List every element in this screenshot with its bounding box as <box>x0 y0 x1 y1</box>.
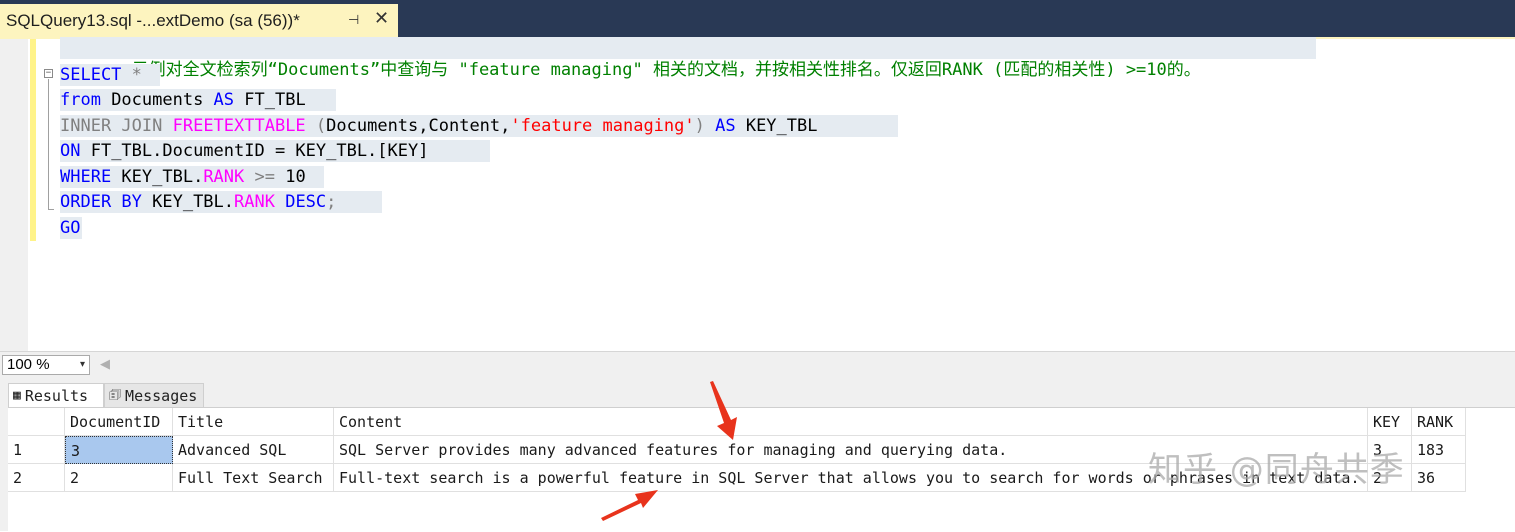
table-cell-rank[interactable]: 183 <box>1412 436 1466 464</box>
code-line-go: GO <box>60 217 82 239</box>
key-tbl-ref-2: KEY_TBL. <box>141 192 235 212</box>
column-header-documentid[interactable]: DocumentID <box>65 408 173 436</box>
keyword-inner-join: INNER JOIN <box>60 116 163 136</box>
column-header-rank[interactable]: RANK <box>1412 408 1466 436</box>
table-documents: Documents <box>100 90 214 110</box>
chevron-down-icon: ▾ <box>79 359 85 370</box>
code-line-join: INNER JOIN FREETEXTTABLE (Documents,Cont… <box>60 115 898 137</box>
row-number[interactable]: 2 <box>8 464 65 492</box>
code-line-from: from Documents AS FT_TBL <box>60 89 336 111</box>
pin-icon[interactable]: ⊣ <box>348 12 359 28</box>
zoom-bar: 100 % ▾ ◀ <box>0 351 1515 379</box>
keyword-where: WHERE <box>60 167 112 187</box>
table-cell-title[interactable]: Advanced SQL <box>173 436 334 464</box>
keyword-as: AS <box>213 90 235 110</box>
rank-column: RANK <box>203 167 245 187</box>
string-literal: 'feature managing' <box>510 116 695 136</box>
column-header-key[interactable]: KEY <box>1368 408 1412 436</box>
row-number-header[interactable] <box>8 408 65 436</box>
table-cell-rank[interactable]: 36 <box>1412 464 1466 492</box>
function-freetexttable: FREETEXTTABLE <box>172 116 306 136</box>
query-tab[interactable]: SQLQuery13.sql -...extDemo (sa (56))* ⊣ … <box>0 4 398 37</box>
table-cell-title[interactable]: Full Text Search <box>173 464 334 492</box>
scroll-left-icon[interactable]: ◀ <box>100 357 110 372</box>
semicolon: ; <box>326 192 337 212</box>
code-line-select: SELECT * <box>60 64 160 86</box>
keyword-go: GO <box>60 218 81 238</box>
tab-results-label: Results <box>24 386 89 405</box>
operator-gte: >= <box>244 167 275 187</box>
change-tracking-bar <box>30 39 36 241</box>
collapse-icon[interactable]: − <box>44 69 53 78</box>
editor-gutter <box>0 39 28 351</box>
fold-guide <box>48 79 49 209</box>
tab-messages[interactable]: 🗊 Messages <box>104 383 204 407</box>
paren-close: ) <box>694 116 705 136</box>
alias-ft-tbl: FT_TBL <box>234 90 306 110</box>
document-tab-bar: SQLQuery13.sql -...extDemo (sa (56))* ⊣ … <box>0 0 1515 37</box>
messages-icon: 🗊 <box>109 387 122 403</box>
keyword-order-by: ORDER BY <box>60 192 142 212</box>
table-cell-documentid[interactable]: 3 <box>65 436 173 464</box>
code-line-order-by: ORDER BY KEY_TBL.RANK DESC; <box>60 191 382 213</box>
keyword-from: from <box>60 90 101 110</box>
keyword-select: SELECT <box>60 65 122 85</box>
table-cell-documentid[interactable]: 2 <box>65 464 173 492</box>
zoom-value: 100 % <box>7 356 50 373</box>
tab-messages-label: Messages <box>125 386 198 405</box>
paren-open: ( <box>305 116 327 136</box>
on-expression: FT_TBL.DocumentID = KEY_TBL.[KEY] <box>80 141 429 161</box>
args-documents-content: Documents,Content, <box>326 116 511 136</box>
code-line-where: WHERE KEY_TBL.RANK >= 10 <box>60 166 324 188</box>
row-number[interactable]: 1 <box>8 436 65 464</box>
annotation-arrow-up <box>601 490 658 521</box>
code-line-comment: -- 示例对全文检索列“Documents”中查询与 "feature mana… <box>60 37 1316 80</box>
column-header-title[interactable]: Title <box>173 408 334 436</box>
sql-editor[interactable]: − -- 示例对全文检索列“Documents”中查询与 "feature ma… <box>0 37 1515 351</box>
tab-results[interactable]: ▦ Results <box>8 383 104 407</box>
zoom-dropdown[interactable]: 100 % ▾ <box>2 355 90 375</box>
alias-key-tbl: KEY_TBL <box>735 116 818 136</box>
annotation-arrow-down <box>710 381 737 440</box>
fold-guide-end <box>48 209 54 210</box>
code-line-on: ON FT_TBL.DocumentID = KEY_TBL.[KEY] <box>60 140 490 162</box>
query-tab-title: SQLQuery13.sql -...extDemo (sa (56))* <box>6 10 300 30</box>
key-tbl-ref: KEY_TBL. <box>111 167 204 187</box>
star-token: * <box>121 65 142 85</box>
keyword-on: ON <box>60 141 81 161</box>
column-header-content[interactable]: Content <box>334 408 1368 436</box>
watermark-text: 知乎 @同舟共季 <box>1148 450 1405 490</box>
grid-icon: ▦ <box>13 387 21 403</box>
close-icon[interactable]: ✕ <box>374 8 389 28</box>
comment-text: -- 示例对全文检索列“Documents”中查询与 "feature mana… <box>100 60 1201 80</box>
keyword-as-2: AS <box>704 116 736 136</box>
rank-column-2: RANK <box>234 192 275 212</box>
number-ten: 10 <box>274 167 306 187</box>
keyword-desc: DESC <box>274 192 327 212</box>
